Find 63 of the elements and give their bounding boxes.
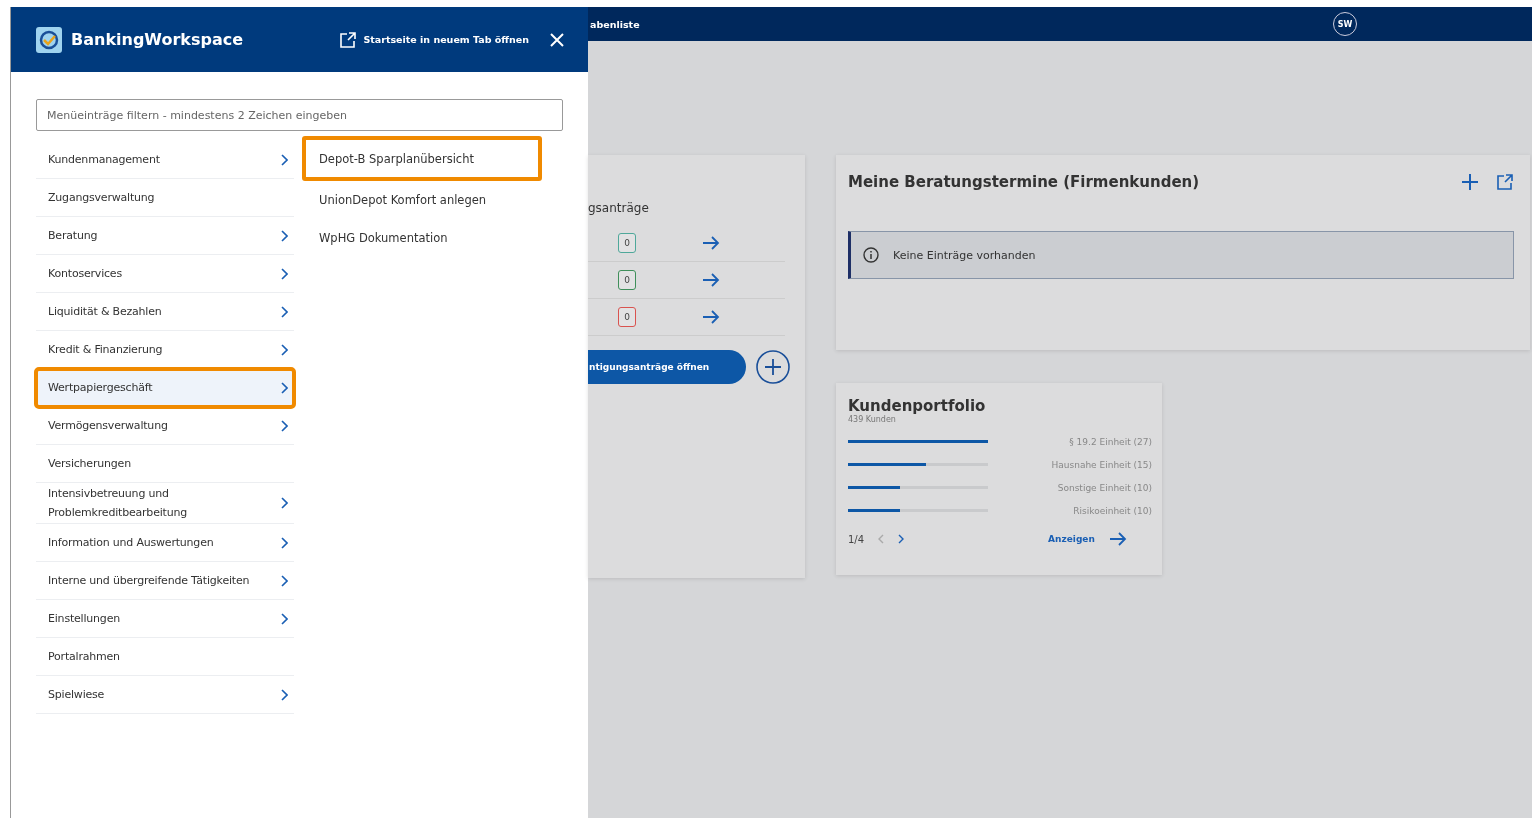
info-icon (863, 247, 879, 263)
page-indicator: 1/4 (848, 533, 865, 545)
menu-item-label: Intensivbetreuung und Problemkreditbearbeitung (48, 486, 188, 521)
menu-item[interactable]: Intensivbetreuung und Problemkreditbearbeitung (36, 483, 294, 524)
open-in-new-tab-link[interactable]: Startseite in neuem Tab öffnen (339, 30, 529, 49)
arrow-right-icon[interactable] (702, 236, 720, 250)
portfolio-label: Hausnahe Einheit (15) (1051, 459, 1152, 470)
add-circle-icon[interactable] (756, 350, 790, 384)
menu-item-label: Spielwiese (48, 687, 105, 703)
arrow-right-icon[interactable] (702, 273, 720, 287)
card-title: Kundenportfolio (848, 397, 987, 415)
arrow-right-icon[interactable] (702, 310, 720, 324)
menu-item[interactable]: Wertpapiergeschäft (36, 369, 294, 407)
menu-item[interactable]: Information und Auswertungen (36, 524, 294, 562)
chevron-right-icon[interactable] (898, 534, 905, 544)
menu-item[interactable]: Zugangsverwaltung (36, 179, 294, 217)
menu-item[interactable]: Versicherungen (36, 445, 294, 483)
menu-item[interactable]: Spielwiese (36, 676, 294, 714)
external-link-icon (339, 30, 358, 49)
arrow-right-icon[interactable] (1108, 532, 1127, 546)
menu-item-label: Einstellungen (48, 611, 120, 627)
portfolio-label: § 19.2 Einheit (27) (1069, 436, 1152, 447)
menu-item-label: Information und Auswertungen (48, 535, 214, 551)
open-requests-button[interactable]: ntigungsanträge öffnen (588, 350, 746, 384)
menu-item-label: Kontoservices (48, 266, 122, 282)
menu-item-label: Zugangsverwaltung (48, 190, 155, 206)
portfolio-label: Sonstige Einheit (10) (1057, 482, 1152, 493)
menu-item[interactable]: Vermögensverwaltung (36, 407, 294, 445)
plus-icon[interactable] (1461, 173, 1479, 191)
menu-item[interactable]: Beratung (36, 217, 294, 255)
notice-text: Keine Einträge vorhanden (893, 248, 1036, 262)
menu-item-label: Kredit & Finanzierung (48, 342, 163, 358)
submenu-item[interactable]: WpHG Dokumentation (302, 219, 542, 257)
menu-item-label: Interne und übergreifende Tätigkeiten (48, 573, 250, 589)
menu-item-label: Portalrahmen (48, 649, 120, 665)
count-badge: 0 (618, 233, 636, 253)
menu-item[interactable]: Interne und übergreifende Tätigkeiten (36, 562, 294, 600)
card-title: gsanträge (588, 201, 650, 215)
count-badge: 0 (618, 270, 636, 290)
menu-item-label: Wertpapiergeschäft (48, 380, 153, 396)
top-bar-title: abenliste (589, 18, 641, 30)
card-title: Meine Beratungstermine (Firmenkunden) (848, 173, 1201, 191)
menu-item[interactable]: Portalrahmen (36, 638, 294, 676)
menu-item-label: Liquidität & Bezahlen (48, 304, 162, 320)
menu-item-label: Vermögensverwaltung (48, 418, 168, 434)
menu-filter-field[interactable]: Menüeinträge filtern - mindestens 2 Zeichen eingeben (36, 99, 563, 131)
menu-item[interactable]: Kontoservices (36, 255, 294, 293)
close-icon (550, 32, 564, 47)
submenu-item[interactable]: UnionDepot Komfort anlegen (302, 181, 542, 219)
count-badge: 0 (618, 307, 636, 327)
menu-item[interactable]: Kundenmanagement (36, 141, 294, 179)
app-title: BankingWorkspace (71, 30, 245, 49)
menu-item[interactable]: Einstellungen (36, 600, 294, 638)
show-link[interactable]: Anzeigen (1048, 534, 1095, 544)
menu-item-label: Versicherungen (48, 456, 131, 472)
card-subtitle: 439 Kunden (848, 415, 896, 424)
portfolio-label: Risikoeinheit (10) (1073, 505, 1152, 516)
menu-item[interactable]: Liquidität & Bezahlen (36, 293, 294, 331)
app-logo-icon (36, 26, 62, 53)
external-link-icon[interactable] (1496, 173, 1514, 191)
menu-item-label: Beratung (48, 228, 98, 244)
submenu-item[interactable]: Depot-B Sparplanübersicht (302, 136, 542, 181)
menu-item-label: Kundenmanagement (48, 152, 160, 168)
